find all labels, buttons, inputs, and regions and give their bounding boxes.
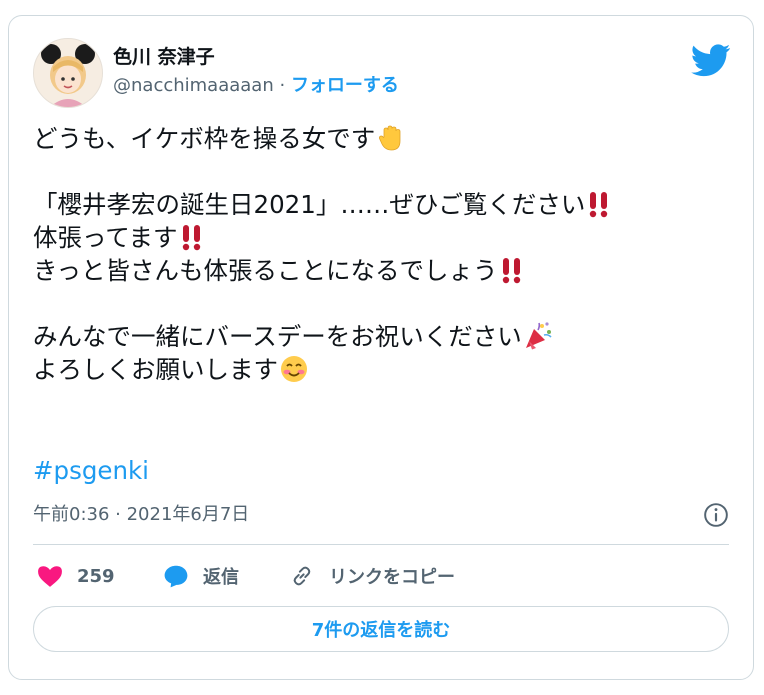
author-info: 色川 奈津子 @nacchimaaaaan · フォローする [113,44,399,98]
like-count: 259 [77,565,115,587]
author-display-name[interactable]: 色川 奈津子 [113,44,399,70]
tweet-line-5-text: きっと皆さんも体張ることになるでしょう [33,256,498,285]
tweet-line-7: みんなで一緒にバースデーをお祝いください [33,320,733,353]
tweet-text: どうも、イケボ枠を操る女です 「櫻井孝宏の誕生日2021」……ぜひご覧ください … [33,122,733,386]
embedded-tweet-card: 色川 奈津子 @nacchimaaaaan · フォローする どうも、イケボ枠を… [8,15,754,680]
copy-link-button[interactable]: リンクをコピー [289,559,455,593]
tweet-meta: 午前0:36 · 2021年6月7日 [33,500,729,532]
tweet-line-3: 「櫻井孝宏の誕生日2021」……ぜひご覧ください [33,188,733,221]
tweet-actions: 259 返信 リンクをコピー [33,559,729,595]
divider [33,544,729,545]
handle-row: @nacchimaaaaan · フォローする [113,74,399,98]
tweet-line-4: 体張ってます [33,221,733,254]
reply-label: 返信 [203,567,239,588]
double-exclamation-emoji [586,189,612,227]
raised-hand-emoji [376,123,406,161]
speech-bubble-icon [164,565,188,588]
party-popper-emoji [523,321,553,359]
copy-link-label: リンクをコピー [329,567,455,588]
author-handle[interactable]: @nacchimaaaaan [113,75,274,96]
tweet-line-3-text: 「櫻井孝宏の誕生日2021」……ぜひご覧ください [33,190,586,219]
timestamp-link[interactable]: 午前0:36 · 2021年6月7日 [33,504,249,525]
follow-link[interactable]: フォローする [291,75,399,96]
twitter-bird-icon[interactable] [691,44,731,77]
tweet-line-4-text: 体張ってます [33,223,178,252]
hashtag-link[interactable]: #psgenki [33,454,149,487]
avatar[interactable] [33,38,103,108]
like-button[interactable]: 259 [37,559,115,593]
tweet-line-8-text: よろしくお願いします [33,355,278,384]
info-icon[interactable] [703,502,729,528]
reply-button[interactable]: 返信 [163,559,239,593]
separator-dot: · [279,75,286,96]
double-exclamation-emoji [499,255,525,293]
tweet-line-1: どうも、イケボ枠を操る女です [33,122,733,155]
tweet-line-7-text: みんなで一緒にバースデーをお祝いください [33,322,522,351]
tweet-line-6 [33,287,733,320]
avatar-illustration [34,39,102,107]
tweet-line-8: よろしくお願いします [33,353,733,386]
tweet-header: 色川 奈津子 @nacchimaaaaan · フォローする [33,38,731,108]
read-replies-button[interactable]: 7件の返信を読む [33,606,729,652]
tweet-line-1-text: どうも、イケボ枠を操る女です [33,124,376,153]
link-icon [293,566,311,586]
tweet-line-5: きっと皆さんも体張ることになるでしょう [33,254,733,287]
smiling-face-emoji [279,354,309,392]
heart-icon [38,566,62,587]
